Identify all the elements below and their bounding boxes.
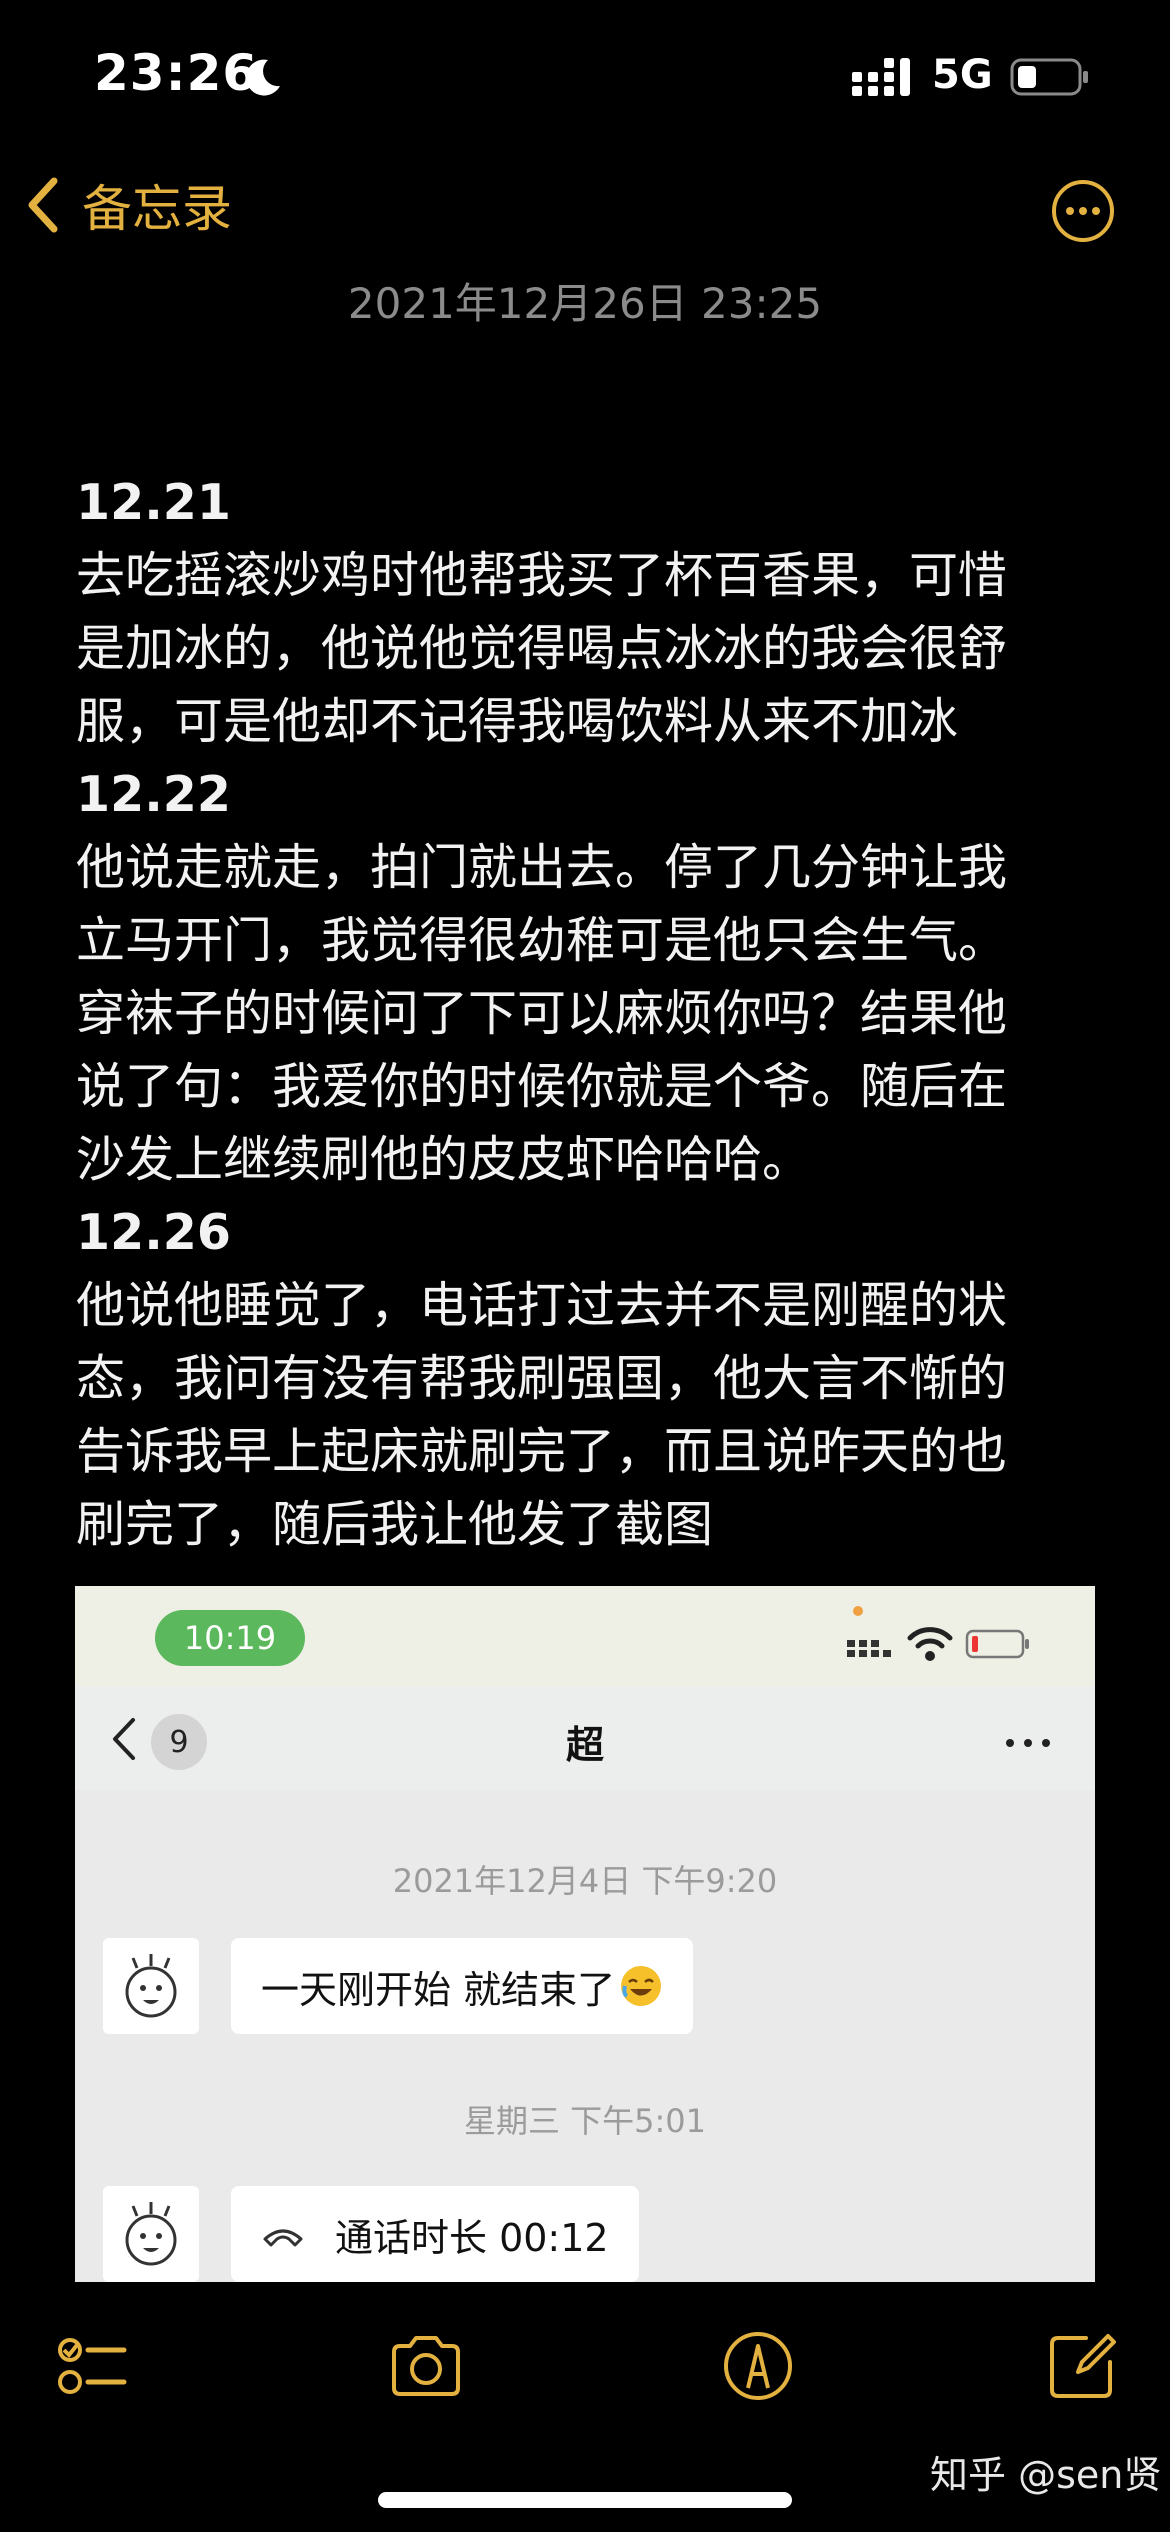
privacy-dot-icon bbox=[853, 1606, 863, 1616]
note-heading: 12.21 bbox=[76, 474, 231, 531]
embedded-chat-screenshot[interactable]: 10:19 9 超 2021年12月4日 下午9:20 一天刚开始 就结束了 星… bbox=[75, 1586, 1095, 2282]
embedded-status-bar: 10:19 bbox=[75, 1586, 1095, 1686]
note-line: 他说走就走，拍门就出去。停了几分钟让我 bbox=[76, 839, 1008, 896]
laughing-crying-emoji-icon bbox=[621, 1966, 662, 2006]
note-date: 2021年12月26日 23:25 bbox=[347, 279, 823, 328]
phone-icon bbox=[263, 2229, 303, 2247]
note-line: 立马开门，我觉得很幼稚可是他只会生气。 bbox=[76, 912, 1008, 969]
note-heading: 12.22 bbox=[76, 766, 231, 823]
avatar bbox=[103, 2186, 199, 2282]
compose-icon[interactable] bbox=[1042, 2326, 1122, 2406]
checklist-icon[interactable] bbox=[52, 2326, 132, 2406]
moon-icon bbox=[246, 59, 280, 96]
camera-icon[interactable] bbox=[386, 2326, 466, 2406]
wifi-icon bbox=[907, 1627, 953, 1661]
chat-timestamp: 2021年12月4日 下午9:20 bbox=[392, 1862, 778, 1900]
call-record-bubble: 通话时长 00:12 bbox=[231, 2186, 639, 2282]
avatar bbox=[103, 1938, 199, 2034]
note-line: 他说他睡觉了，电话打过去并不是刚醒的状 bbox=[76, 1277, 1008, 1334]
note-line: 是加冰的，他说他觉得喝点冰冰的我会很舒 bbox=[76, 620, 1008, 677]
markup-pen-icon[interactable] bbox=[718, 2326, 798, 2406]
status-time: 23:26 bbox=[94, 44, 259, 102]
watermark: 知乎 @sen贤 bbox=[930, 2453, 1162, 2497]
more-icon bbox=[1006, 1739, 1050, 1747]
chat-message-text: 一天刚开始 就结束了 bbox=[261, 1967, 616, 2012]
note-line: 去吃摇滚炒鸡时他帮我买了杯百香果，可惜 bbox=[76, 547, 1008, 604]
note-line: 告诉我早上起床就刷完了，而且说昨天的也 bbox=[76, 1423, 1008, 1480]
back-button[interactable]: 备忘录 bbox=[24, 170, 232, 240]
note-line: 服，可是他却不记得我喝饮料从来不加冰 bbox=[76, 693, 959, 750]
note-line: 态，我问有没有帮我刷强国，他大言不惭的 bbox=[76, 1350, 1008, 1407]
chat-timestamp: 星期三 下午5:01 bbox=[463, 2102, 707, 2140]
note-line: 说了句：我爱你的时候你就是个爷。随后在 bbox=[76, 1058, 1008, 1115]
status-bar: 23:26 5G bbox=[0, 0, 1170, 150]
note-line: 沙发上继续刷他的皮皮虾哈哈哈。 bbox=[76, 1131, 812, 1188]
chat-title: 超 bbox=[565, 1723, 604, 1767]
battery-icon bbox=[1010, 58, 1088, 96]
signal-icon bbox=[852, 58, 910, 96]
back-label: 备忘录 bbox=[82, 180, 232, 238]
note-body[interactable]: 12.21 去吃摇滚炒鸡时他帮我买了杯百香果，可惜 是加冰的，他说他觉得喝点冰冰… bbox=[76, 466, 1096, 1561]
network-type: 5G bbox=[932, 52, 993, 98]
battery-low-icon bbox=[965, 1629, 1029, 1659]
note-heading: 12.26 bbox=[76, 1204, 231, 1261]
note-line: 刷完了，随后我让他发了截图 bbox=[76, 1496, 714, 1553]
note-line: 穿袜子的时候问了下可以麻烦你吗？结果他 bbox=[76, 985, 1008, 1042]
more-options-icon[interactable] bbox=[1050, 178, 1116, 244]
chat-message: 一天刚开始 就结束了 bbox=[231, 1938, 694, 2034]
embedded-time: 10:19 bbox=[155, 1610, 305, 1666]
signal-icon bbox=[847, 1640, 891, 1657]
chevron-left-icon bbox=[28, 177, 58, 233]
embedded-chat-header: 9 超 bbox=[75, 1686, 1095, 1790]
call-duration: 通话时长 00:12 bbox=[335, 2215, 609, 2260]
home-indicator[interactable] bbox=[378, 2492, 792, 2508]
